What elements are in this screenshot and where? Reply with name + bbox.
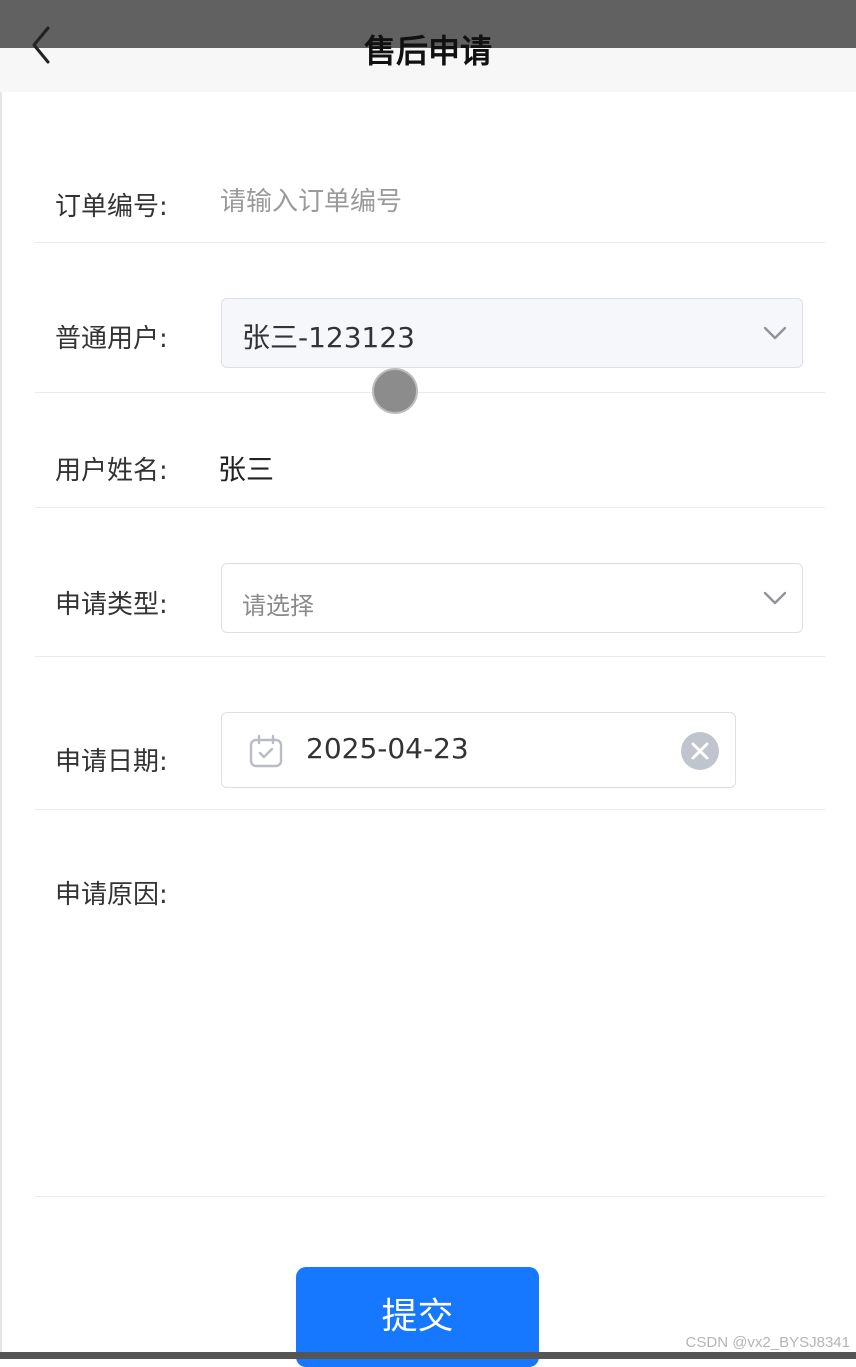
order-number-row: 订单编号: [35,150,825,243]
apply-reason-label: 申请原因: [55,880,168,910]
order-number-label: 订单编号: [55,192,168,222]
touch-indicator [372,368,418,414]
page-title: 售后申请 [363,32,492,70]
bottom-bar [0,1352,856,1359]
chevron-down-icon [763,591,787,605]
clear-icon[interactable] [681,732,719,770]
chevron-down-icon [763,326,787,340]
apply-type-row: 申请类型: 请选择 [35,508,825,657]
user-name-label: 用户姓名: [55,456,168,486]
calendar-icon [249,734,283,768]
user-name-value: 张三 [218,453,275,486]
apply-reason-row: 申请原因: [35,810,825,1197]
user-select[interactable]: 张三-123123 [221,298,803,368]
watermark: CSDN @vx2_BYSJ8341 [685,1334,850,1351]
user-name-row: 用户姓名: 张三 [35,393,825,508]
apply-date-picker[interactable]: 2025-04-23 [221,712,736,788]
user-select-value: 张三-123123 [242,321,415,354]
user-label: 普通用户: [55,324,168,354]
apply-type-select[interactable]: 请选择 [221,563,803,633]
order-number-input[interactable] [220,184,780,220]
apply-type-placeholder: 请选择 [242,592,314,620]
divider [0,92,2,1352]
user-row: 普通用户: 张三-123123 [35,243,825,393]
apply-date-value: 2025-04-23 [306,732,469,765]
apply-date-label: 申请日期: [55,747,168,777]
apply-type-label: 申请类型: [55,590,168,620]
apply-date-row: 申请日期: 2025-04-23 [35,657,825,810]
apply-reason-textarea[interactable] [220,840,800,1140]
